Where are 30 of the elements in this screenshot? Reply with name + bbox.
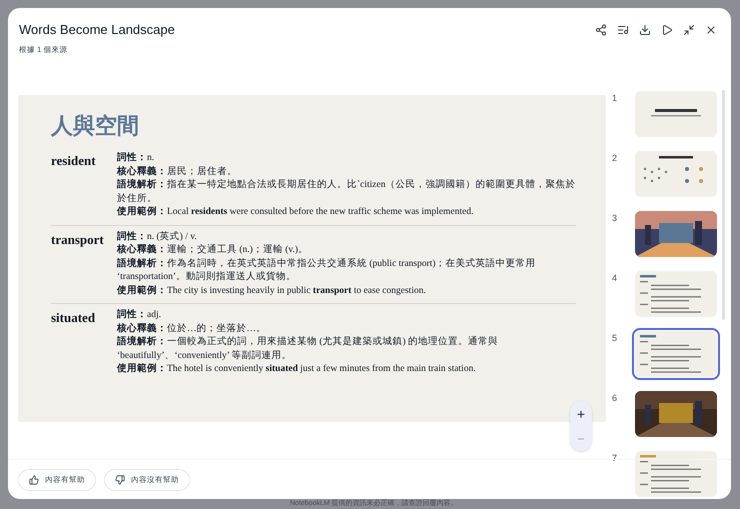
definition-line: 使用範例：The hotel is conveniently situated just a few minutes from the main train station. bbox=[117, 363, 477, 376]
slide-number: 1 bbox=[612, 92, 618, 105]
vocabulary-word: situated bbox=[51, 309, 96, 327]
definition-line: 使用範例：The city is investing heavily in public transport to ease congestion. bbox=[117, 284, 427, 298]
slide-number: 5 bbox=[612, 332, 618, 345]
vocabulary-word: transport bbox=[51, 230, 105, 249]
definition-line: 核心釋義：居民；居住者。 bbox=[117, 166, 238, 178]
thumbs-down-icon bbox=[115, 474, 125, 484]
share-icon[interactable] bbox=[593, 22, 608, 37]
definition-line: 語境解析：指在某一特定地點合法或長期居住的人。比`citizen（公民，強調國籍）的範圍更具體，聚焦於於住所。 bbox=[117, 179, 576, 206]
collapse-icon[interactable] bbox=[681, 22, 696, 37]
definition-line: 核心釋義：運輸；交通工具 (n.)；運輸 (v.)。 bbox=[117, 244, 310, 257]
vocabulary-word: resident bbox=[51, 152, 97, 170]
definition-line: 語境解析：一個較為正式的詞，用來描述某物 (尤其是建築或城鎮) 的地理位置。通常與 ‘beautifully’、‘conveniently’ 等副詞連用。 bbox=[117, 336, 500, 362]
thumbs-up-icon bbox=[29, 474, 39, 484]
slide-number: 6 bbox=[612, 392, 618, 405]
definition-line: 語境解析：作為名詞時，在英式英語中常指公共交通系統 (public transport)；在美式英語中更常用 ‘transportation’。動詞則指運送人或貨物。 bbox=[117, 258, 537, 284]
slide-number: 3 bbox=[612, 212, 618, 225]
definition-line: 使用範例：Local residents were consulted before the new traffic scheme was implemented. bbox=[117, 206, 474, 219]
zoom-in-button[interactable]: + bbox=[576, 407, 586, 421]
definition-line: 詞性：n. bbox=[117, 152, 156, 165]
definition-line: 詞性：adj. bbox=[117, 309, 162, 322]
slide-heading: 人與空間 bbox=[51, 113, 140, 141]
scrollbar[interactable] bbox=[722, 90, 725, 320]
definition-line: 詞性：n. (英式) / v. bbox=[117, 230, 198, 244]
download-icon[interactable] bbox=[637, 22, 652, 37]
definition-line: 核心釋義：位於…的；坐落於…。 bbox=[117, 322, 267, 336]
dialog-title: Words Become Landscape bbox=[19, 21, 175, 39]
slide-number: 4 bbox=[612, 272, 618, 285]
slide-number: 2 bbox=[612, 152, 618, 165]
